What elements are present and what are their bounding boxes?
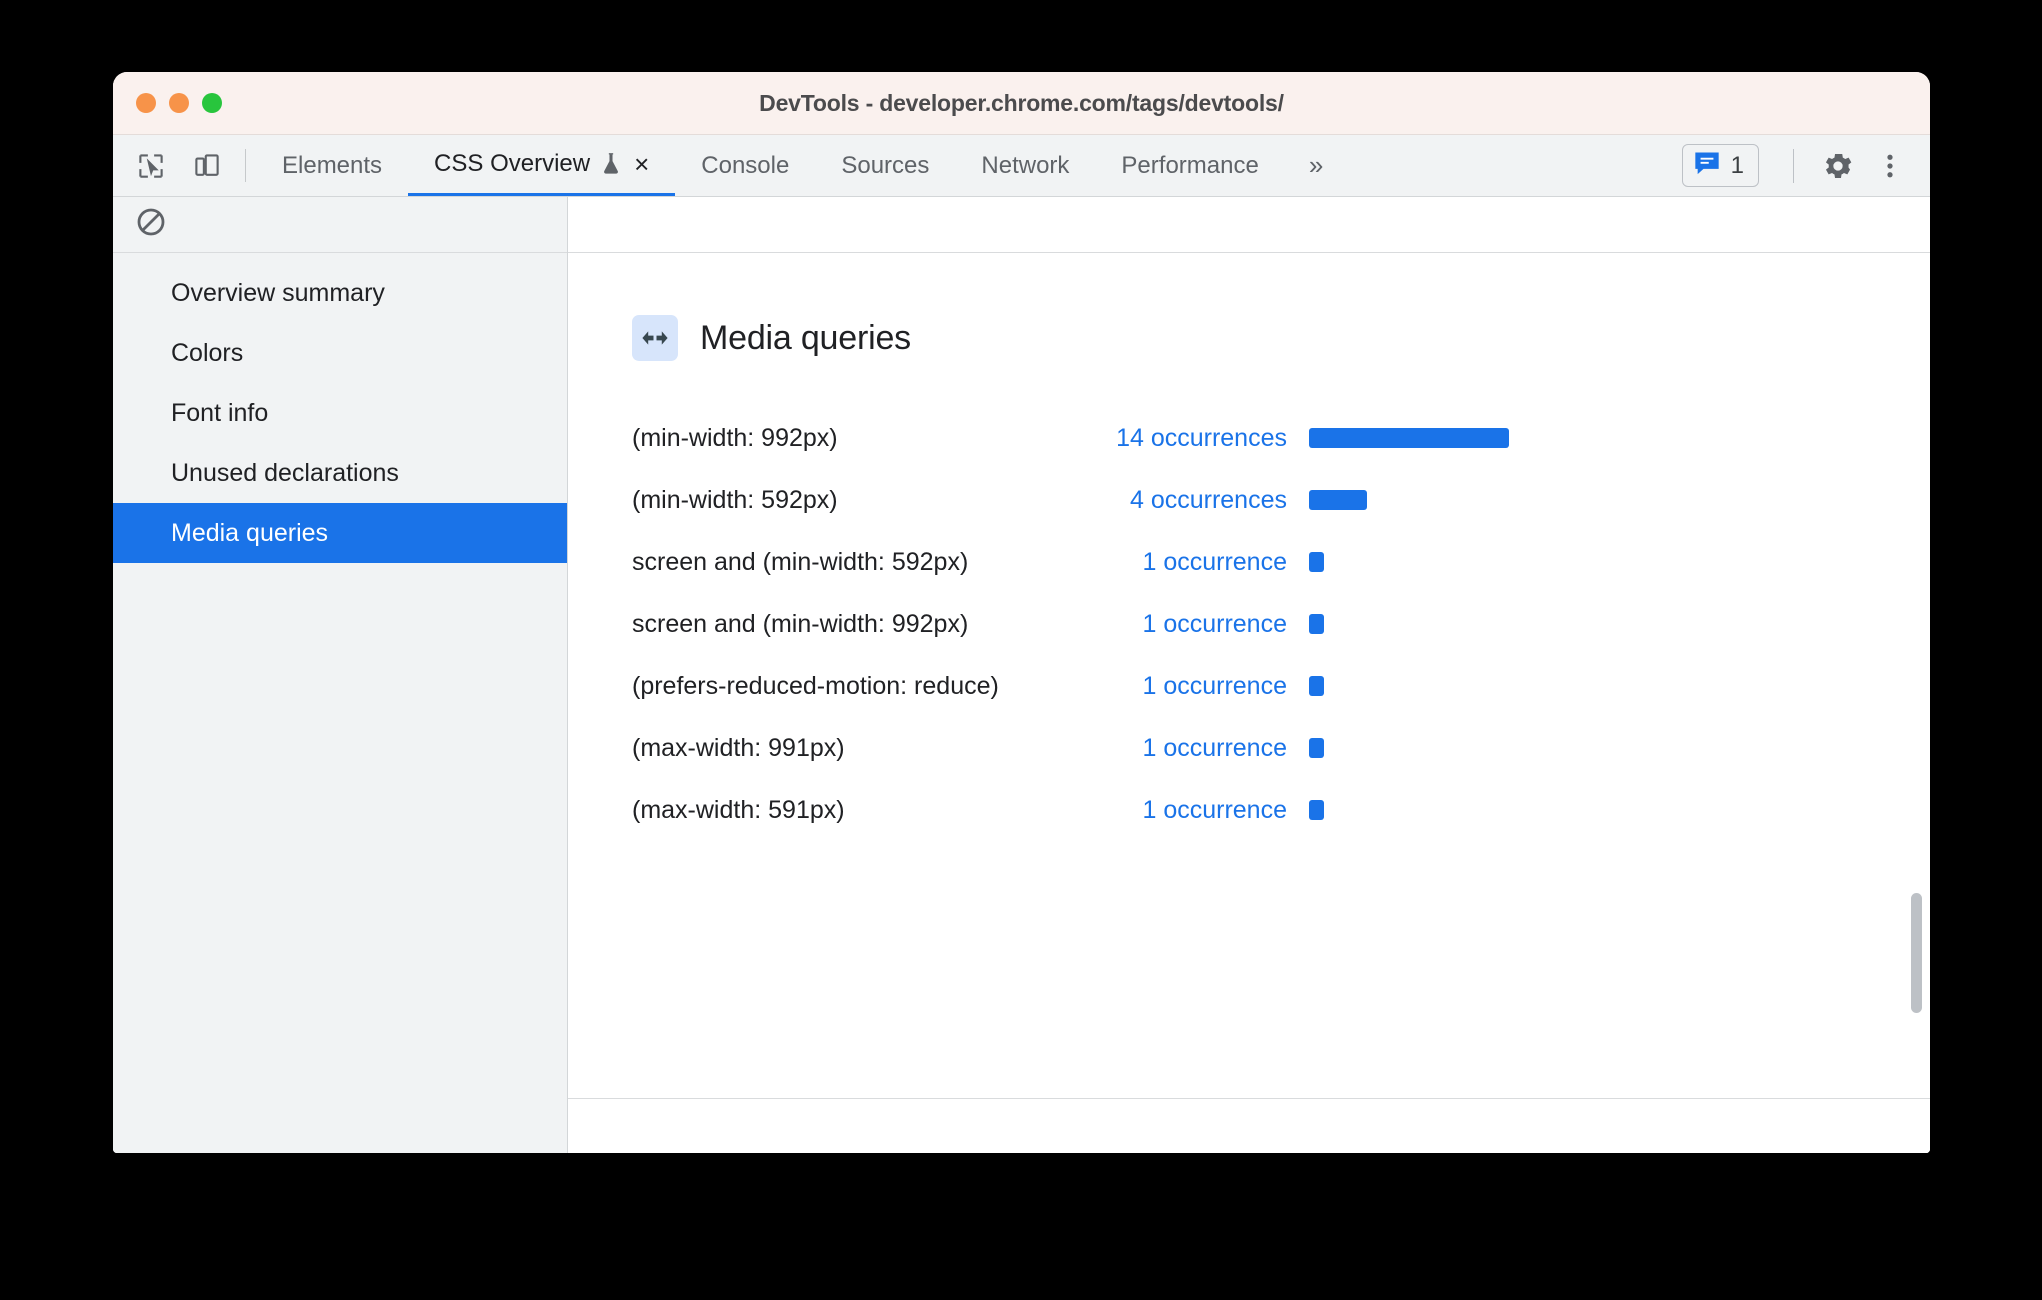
devtools-window: DevTools - developer.chrome.com/tags/dev… [113, 72, 1930, 1153]
table-row: screen and (min-width: 992px) 1 occurren… [632, 593, 1930, 655]
occurrence-bar-wrap [1287, 490, 1930, 510]
tab-performance-label: Performance [1121, 151, 1259, 179]
occurrence-count-link[interactable]: 1 occurrence [1087, 796, 1287, 825]
device-toolbar-icon[interactable] [179, 135, 235, 196]
tab-console[interactable]: Console [675, 135, 815, 196]
close-window-button[interactable] [136, 93, 156, 113]
page-title: Media queries [700, 318, 911, 357]
media-queries-content: Media queries (min-width: 992px) 14 occu… [568, 253, 1930, 1098]
occurrence-bar-wrap [1287, 614, 1930, 634]
sidebar-item-label: Unused declarations [171, 458, 399, 487]
sidebar-item-font-info[interactable]: Font info [113, 383, 567, 443]
media-query-text: screen and (min-width: 992px) [632, 609, 969, 638]
table-row: (min-width: 592px) 4 occurrences [632, 469, 1930, 531]
tab-css-overview-label: CSS Overview [434, 150, 591, 177]
sidebar-item-unused-declarations[interactable]: Unused declarations [113, 443, 567, 503]
occurrence-bar-wrap [1287, 800, 1930, 820]
sidebar-item-media-queries[interactable]: Media queries [113, 503, 567, 563]
sidebar-item-label: Media queries [171, 518, 329, 547]
main-bottom-strip [568, 1098, 1930, 1153]
page-root: DevTools - developer.chrome.com/tags/dev… [0, 0, 2042, 1300]
section-header: Media queries [632, 315, 1930, 361]
occurrence-bar [1309, 552, 1324, 572]
devtools-toolbar: Elements CSS Overview × Console Sources … [113, 135, 1930, 197]
sidebar-item-label: Colors [171, 338, 244, 367]
table-row: (max-width: 991px) 1 occurrence [632, 717, 1930, 779]
tab-sources[interactable]: Sources [815, 135, 955, 196]
tab-console-label: Console [701, 151, 790, 179]
issues-badge[interactable]: 1 [1681, 144, 1759, 187]
occurrence-bar [1309, 676, 1324, 696]
left-right-arrow-icon [632, 315, 678, 361]
tab-elements[interactable]: Elements [256, 135, 408, 196]
window-titlebar: DevTools - developer.chrome.com/tags/dev… [113, 72, 1930, 135]
sidebar-item-label: Font info [171, 398, 269, 427]
tab-network[interactable]: Network [955, 135, 1095, 196]
tab-network-label: Network [981, 151, 1070, 179]
media-query-text: (min-width: 992px) [632, 423, 838, 452]
tab-elements-label: Elements [282, 151, 383, 179]
close-tab-button[interactable]: × [634, 151, 649, 177]
occurrence-bar [1309, 738, 1324, 758]
occurrence-bar-wrap [1287, 676, 1930, 696]
no-entry-clear-icon[interactable] [135, 206, 167, 243]
gear-icon[interactable] [1812, 140, 1864, 192]
inspect-cursor-icon[interactable] [123, 135, 179, 196]
occurrence-count-link[interactable]: 1 occurrence [1087, 734, 1287, 763]
toolbar-right-divider [1793, 148, 1794, 183]
occurrence-count-link[interactable]: 4 occurrences [1087, 486, 1287, 515]
minimize-window-button[interactable] [169, 93, 189, 113]
table-row: (max-width: 591px) 1 occurrence [632, 779, 1930, 841]
occurrence-bar [1309, 800, 1324, 820]
occurrence-count-link[interactable]: 14 occurrences [1087, 424, 1287, 453]
traffic-light-group [136, 72, 222, 134]
table-row: screen and (min-width: 592px) 1 occurren… [632, 531, 1930, 593]
occurrence-bar [1309, 614, 1324, 634]
tab-css-overview[interactable]: CSS Overview × [408, 135, 676, 196]
media-query-text: (prefers-reduced-motion: reduce) [632, 671, 999, 700]
sidebar-toolbar [113, 197, 567, 253]
css-overview-sidebar: Overview summary Colors Font info Unused… [113, 197, 568, 1153]
kebab-menu-icon[interactable] [1864, 140, 1916, 192]
media-query-text: (min-width: 592px) [632, 485, 838, 514]
table-row: (min-width: 992px) 14 occurrences [632, 407, 1930, 469]
sidebar-item-list: Overview summary Colors Font info Unused… [113, 253, 567, 563]
occurrence-count-link[interactable]: 1 occurrence [1087, 672, 1287, 701]
devtools-body: Overview summary Colors Font info Unused… [113, 197, 1930, 1153]
tab-sources-label: Sources [841, 151, 930, 179]
occurrence-bar-wrap [1287, 738, 1930, 758]
toolbar-divider [245, 149, 246, 182]
occurrence-count-link[interactable]: 1 occurrence [1087, 548, 1287, 577]
zoom-window-button[interactable] [202, 93, 222, 113]
occurrence-bar-wrap [1287, 552, 1930, 572]
occurrence-bar [1309, 428, 1509, 448]
occurrence-count-link[interactable]: 1 occurrence [1087, 610, 1287, 639]
media-queries-table: (min-width: 992px) 14 occurrences (min-w… [632, 407, 1930, 841]
issues-message-icon [1693, 150, 1721, 181]
tab-strip: Elements CSS Overview × Console Sources … [256, 135, 1682, 196]
occurrence-bar-wrap [1287, 428, 1930, 448]
experiment-flask-icon [600, 151, 622, 177]
main-top-strip [568, 197, 1930, 253]
window-title: DevTools - developer.chrome.com/tags/dev… [759, 89, 1284, 116]
table-row: (prefers-reduced-motion: reduce) 1 occur… [632, 655, 1930, 717]
media-query-text: screen and (min-width: 592px) [632, 547, 969, 576]
issues-count: 1 [1730, 151, 1744, 179]
media-query-text: (max-width: 991px) [632, 733, 845, 762]
css-overview-main-panel: Media queries (min-width: 992px) 14 occu… [568, 197, 1930, 1153]
sidebar-item-label: Overview summary [171, 278, 385, 307]
media-query-text: (max-width: 591px) [632, 795, 845, 824]
occurrence-bar [1309, 490, 1367, 510]
more-tabs-chevron-icon[interactable]: » [1285, 135, 1347, 196]
sidebar-item-colors[interactable]: Colors [113, 323, 567, 383]
toolbar-right-group: 1 [1681, 135, 1930, 196]
vertical-scrollbar[interactable] [1911, 893, 1922, 1013]
sidebar-item-overview-summary[interactable]: Overview summary [113, 263, 567, 323]
tab-performance[interactable]: Performance [1095, 135, 1284, 196]
